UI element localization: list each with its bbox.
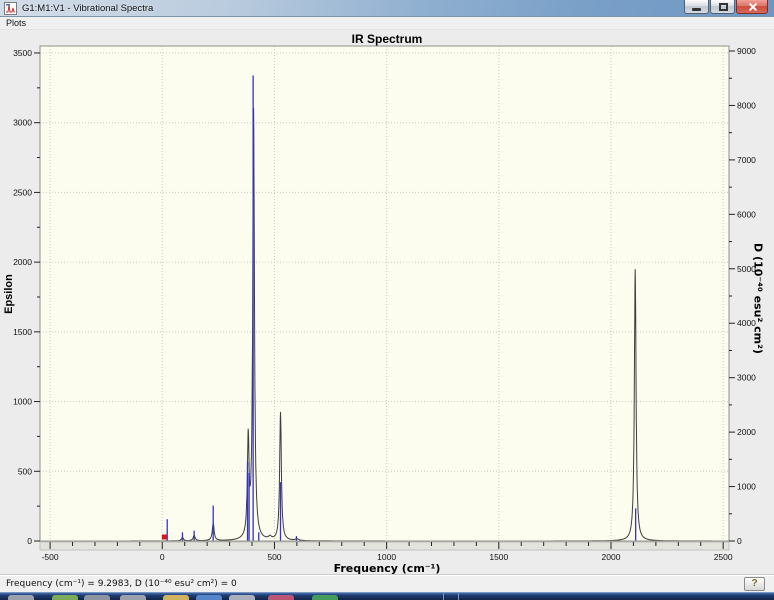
maximize-icon: [719, 3, 728, 11]
tick-label: 7000: [737, 155, 756, 165]
tick-label: 5000: [737, 264, 756, 274]
menu-bar: Plots: [0, 17, 774, 30]
tick-label: 2000: [13, 257, 32, 267]
tick-label: 500: [18, 466, 32, 476]
tick-label: 6000: [737, 209, 756, 219]
tick-label: 1000: [13, 397, 32, 407]
app-icon: [4, 1, 17, 15]
tick-label: 3500: [13, 48, 32, 58]
tick-label: 9000: [737, 46, 756, 56]
status-bar: Frequency (cm⁻¹) = 9.2983, D (10⁻⁴⁰ esu²…: [0, 574, 774, 592]
tick-label: 1500: [489, 552, 508, 562]
tick-label: 0: [27, 536, 32, 546]
cursor-readout: Frequency (cm⁻¹) = 9.2983, D (10⁻⁴⁰ esu²…: [6, 579, 237, 589]
tick-label: 8000: [737, 100, 756, 110]
minimize-icon: [692, 8, 701, 11]
taskbar-app-icon[interactable]: [163, 595, 189, 600]
taskbar-app-icon[interactable]: [268, 595, 294, 600]
title-bar[interactable]: G1:M1:V1 - Vibrational Spectra: [0, 0, 774, 17]
taskbar-app-icon[interactable]: [120, 595, 146, 600]
taskbar-app-icon[interactable]: [196, 595, 222, 600]
taskbar-app-icon[interactable]: [312, 595, 338, 600]
window-title: G1:M1:V1 - Vibrational Spectra: [22, 2, 154, 14]
tick-label: 0: [160, 552, 165, 562]
taskbar-app-icon[interactable]: [84, 595, 110, 600]
tick-label: 3000: [13, 118, 32, 128]
tick-label: 1500: [13, 327, 32, 337]
tick-label: 2500: [13, 187, 32, 197]
windows-taskbar[interactable]: [0, 592, 774, 600]
taskbar-app-icon[interactable]: [229, 595, 255, 600]
tick-label: 500: [267, 552, 281, 562]
tick-label: 3000: [737, 373, 756, 383]
close-button[interactable]: [736, 0, 768, 14]
application-window: G1:M1:V1 - Vibrational Spectra Plots IR …: [0, 0, 774, 600]
tick-label: 2000: [737, 427, 756, 437]
tick-label: 1000: [377, 552, 396, 562]
spectrum-plot-canvas[interactable]: -500 0 500 1000 1500 2000 2500 0 500 1000 1500 2000…: [0, 30, 774, 574]
menu-plots[interactable]: Plots: [0, 17, 32, 30]
x-axis-band: [39, 541, 730, 551]
taskbar-divider: [458, 593, 459, 600]
taskbar-app-icon[interactable]: [52, 595, 78, 600]
tick-label: 0: [737, 536, 742, 546]
plot-background: [40, 46, 729, 541]
minimize-button[interactable]: [684, 0, 709, 14]
taskbar-app-icon[interactable]: [8, 595, 34, 600]
tick-label: 2500: [714, 552, 733, 562]
tick-label: 1000: [737, 482, 756, 492]
taskbar-divider: [443, 593, 444, 600]
chart-panel: IR Spectrum Epsilon D (10⁻⁴⁰ esu² cm²) F…: [0, 30, 774, 575]
window-controls: [683, 0, 768, 14]
tick-label: -500: [42, 552, 59, 562]
tick-label: 4000: [737, 318, 756, 328]
help-button[interactable]: ?: [744, 577, 765, 591]
tick-label: 2000: [602, 552, 621, 562]
maximize-button[interactable]: [710, 0, 735, 14]
cursor-marker: [161, 534, 167, 540]
